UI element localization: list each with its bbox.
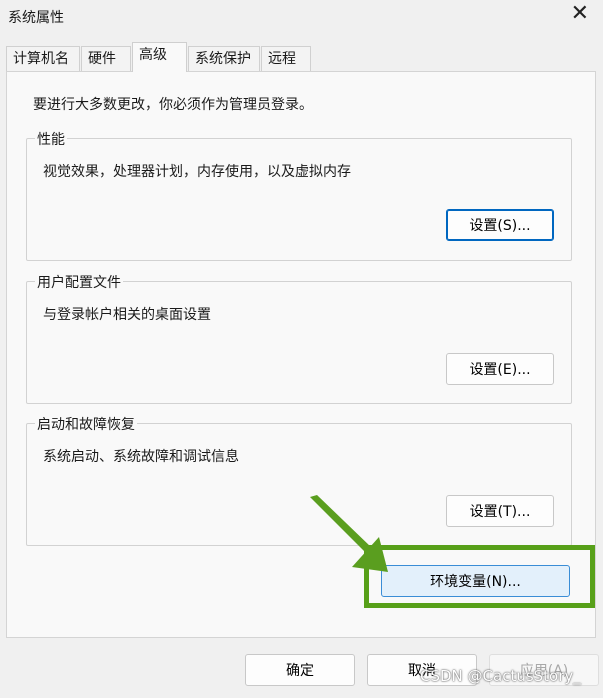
watermark: CSDN @CactusStory_ (420, 667, 581, 685)
user-profiles-settings-button[interactable]: 设置(E)... (446, 353, 554, 385)
title-bar: 系统属性 ✕ (0, 0, 603, 34)
user-profiles-group: 用户配置文件 与登录帐户相关的桌面设置 设置(E)... (26, 272, 572, 404)
performance-settings-button[interactable]: 设置(S)... (446, 209, 554, 241)
tab-system-protection[interactable]: 系统保护 (188, 46, 260, 71)
performance-description: 视觉效果，处理器计划，内存使用，以及虚拟内存 (43, 164, 351, 180)
admin-notice: 要进行大多数更改，你必须作为管理员登录。 (33, 97, 313, 113)
startup-recovery-settings-button[interactable]: 设置(T)... (446, 495, 554, 527)
user-profiles-label: 用户配置文件 (35, 272, 123, 292)
performance-group: 性能 视觉效果，处理器计划，内存使用，以及虚拟内存 设置(S)... (26, 129, 572, 261)
tab-advanced[interactable]: 高级 (132, 42, 187, 72)
startup-recovery-description: 系统启动、系统故障和调试信息 (43, 449, 239, 465)
user-profiles-description: 与登录帐户相关的桌面设置 (43, 307, 211, 323)
tab-hardware[interactable]: 硬件 (81, 46, 131, 71)
ok-button[interactable]: 确定 (245, 654, 355, 686)
tab-computer-name[interactable]: 计算机名 (6, 46, 80, 71)
close-icon[interactable]: ✕ (571, 3, 589, 25)
highlight-box (364, 545, 595, 608)
tab-remote[interactable]: 远程 (261, 46, 311, 71)
startup-recovery-group: 启动和故障恢复 系统启动、系统故障和调试信息 设置(T)... (26, 414, 572, 546)
performance-label: 性能 (35, 129, 67, 149)
window-title: 系统属性 (8, 10, 64, 26)
startup-recovery-label: 启动和故障恢复 (35, 414, 137, 434)
